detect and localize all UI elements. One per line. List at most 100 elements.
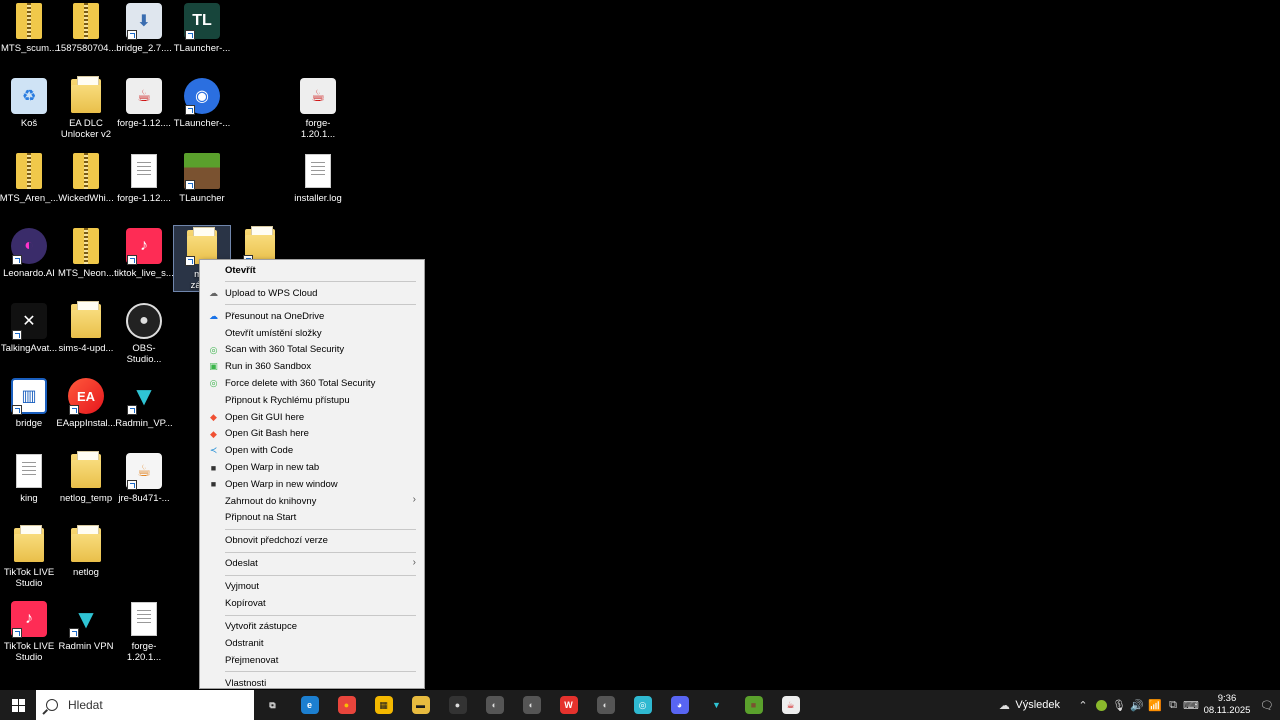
menu-item[interactable]: ■ Open Warp in new window bbox=[200, 476, 424, 493]
desktop-icon-label: bridge bbox=[15, 418, 43, 429]
taskbar-app-button[interactable]: ◐ bbox=[476, 690, 513, 720]
taskbar-app-button[interactable]: W bbox=[550, 690, 587, 720]
menu-item[interactable]: ☁ Upload to WPS Cloud bbox=[200, 285, 424, 302]
menu-item-label: Open Warp in new tab bbox=[225, 462, 320, 474]
desktop-icon[interactable]: netlog_temp bbox=[57, 450, 115, 504]
menu-item[interactable]: Zahrnout do knihovny › bbox=[200, 493, 424, 510]
desktop-icon[interactable]: netlog bbox=[57, 524, 115, 578]
desktop-icon[interactable]: ☕ forge-1.12.... bbox=[115, 75, 173, 129]
clock[interactable]: 9:36 08.11.2025 bbox=[1200, 693, 1254, 717]
menu-item[interactable]: ◎ Force delete with 360 Total Security bbox=[200, 375, 424, 392]
search-box[interactable]: Hledat bbox=[36, 690, 254, 720]
desktop-icon-label: sims-4-upd... bbox=[58, 343, 114, 354]
start-button[interactable] bbox=[0, 690, 36, 720]
ea-icon: EA bbox=[67, 377, 105, 415]
taskbar-app-button[interactable]: e bbox=[291, 690, 328, 720]
menu-item[interactable]: Otevřít bbox=[200, 262, 424, 279]
taskbar-app-button[interactable]: ◎ bbox=[624, 690, 661, 720]
menu-item[interactable]: ≺ Open with Code bbox=[200, 442, 424, 459]
desktop-icon[interactable]: ♻ Koš bbox=[0, 75, 58, 129]
taskbar-app-button[interactable]: ☕ bbox=[772, 690, 809, 720]
desktop[interactable]: MTS_scum... 1587580704... ⬇ bridge_2.7.... T… bbox=[0, 0, 1280, 690]
taskbar-app-button[interactable]: ◐ bbox=[513, 690, 550, 720]
desktop-icon-label: forge-1.12.... bbox=[117, 193, 171, 204]
chevron-up-icon[interactable]: ⌃ bbox=[1074, 690, 1092, 720]
tray-app2-icon[interactable]: ⧉ bbox=[1164, 690, 1182, 720]
task-view-icon: ⧉ bbox=[269, 699, 276, 710]
menu-item[interactable]: Odeslat › bbox=[200, 556, 424, 573]
taskbar-app-button[interactable]: ■ bbox=[735, 690, 772, 720]
desktop-icon[interactable]: ⬇ bridge_2.7.... bbox=[115, 0, 173, 54]
chevron-right-icon: › bbox=[412, 556, 416, 568]
weather-icon[interactable]: ☁ bbox=[993, 690, 1015, 720]
desktop-icon[interactable]: forge-1.12.... bbox=[115, 150, 173, 204]
taskbar-app-button[interactable]: ▬ bbox=[402, 690, 439, 720]
desktop-icon[interactable]: MTS_Aren_... bbox=[0, 150, 58, 204]
notifications-icon[interactable]: 🗨 bbox=[1254, 690, 1280, 720]
desktop-icon[interactable]: ◐ Leonardo.AI bbox=[0, 225, 58, 279]
menu-item[interactable]: ☁ Přesunout na OneDrive bbox=[200, 308, 424, 325]
taskbar-app-button[interactable]: ◐ bbox=[587, 690, 624, 720]
volume-icon[interactable]: 🔊 bbox=[1128, 690, 1146, 720]
menu-item[interactable]: ◎ Scan with 360 Total Security bbox=[200, 342, 424, 359]
desktop-icon[interactable]: ▥ bridge bbox=[0, 375, 58, 429]
menu-item[interactable]: Přejmenovat bbox=[200, 652, 424, 669]
menu-item[interactable]: Otevřít umístění složky bbox=[200, 325, 424, 342]
desktop-icon[interactable]: ✕ TalkingAvat... bbox=[0, 300, 58, 354]
menu-item-label: Připnout na Start bbox=[225, 512, 297, 524]
desktop-icon[interactable]: sims-4-upd... bbox=[57, 300, 115, 354]
menu-item[interactable]: Obnovit předchozí verze bbox=[200, 533, 424, 550]
store-icon: ▦ bbox=[374, 696, 393, 714]
menu-item[interactable]: Připnout k Rychlému přístupu bbox=[200, 392, 424, 409]
menu-item[interactable]: Odstranit bbox=[200, 635, 424, 652]
desktop-icon[interactable]: ♪ TikTok LIVE Studio bbox=[0, 598, 58, 663]
desktop-icon[interactable]: TL TLauncher-... bbox=[173, 0, 231, 54]
desktop-icon[interactable]: ▼ Radmin VPN bbox=[57, 598, 115, 653]
menu-item-label: Přesunout na OneDrive bbox=[225, 310, 325, 322]
chrome-icon: ● bbox=[337, 696, 356, 714]
menu-item[interactable]: Vyjmout bbox=[200, 578, 424, 595]
taskbar-app-button[interactable]: ⧉ bbox=[254, 690, 291, 720]
menu-item-label: Připnout k Rychlému přístupu bbox=[225, 394, 350, 406]
talkingavatar-icon: ✕ bbox=[10, 302, 48, 340]
desktop-icon[interactable]: ☕ forge-1.20.1... bbox=[289, 75, 347, 140]
desktop-icon[interactable]: king bbox=[0, 450, 58, 504]
menu-item[interactable]: Kopírovat bbox=[200, 595, 424, 612]
desktop-icon[interactable]: ▼ Radmin_VP... bbox=[115, 375, 173, 430]
taskbar-app-button[interactable]: ▦ bbox=[365, 690, 402, 720]
tray-app-icon[interactable] bbox=[1092, 690, 1110, 720]
desktop-icon[interactable]: installer.log bbox=[289, 150, 347, 204]
weather-label[interactable]: Výsledek bbox=[1015, 699, 1060, 711]
taskbar-app-button[interactable]: ● bbox=[439, 690, 476, 720]
menu-item-label: Open Git Bash here bbox=[225, 428, 309, 440]
taskbar-app-button[interactable]: ◕ bbox=[661, 690, 698, 720]
network-icon[interactable]: 📶 bbox=[1146, 690, 1164, 720]
desktop-icon[interactable]: ◉ TLauncher-... bbox=[173, 75, 231, 129]
menu-item[interactable]: ◆ Open Git Bash here bbox=[200, 426, 424, 443]
zip-icon bbox=[67, 227, 105, 265]
desktop-icon[interactable]: MTS_Neon... bbox=[57, 225, 115, 279]
menu-item[interactable]: ◆ Open Git GUI here bbox=[200, 409, 424, 426]
desktop-icon[interactable]: EA EAappInstal... bbox=[56, 375, 116, 429]
menu-item[interactable]: ▣ Run in 360 Sandbox bbox=[200, 358, 424, 375]
desktop-icon[interactable]: ☕ jre-8u471-... bbox=[115, 450, 173, 504]
desktop-icon[interactable]: MTS_scum... bbox=[0, 0, 58, 54]
desktop-icon[interactable]: 1587580704... bbox=[56, 0, 116, 54]
desktop-icon[interactable]: EA DLC Unlocker v2 bbox=[57, 75, 115, 140]
taskbar-app-button[interactable]: ● bbox=[328, 690, 365, 720]
desktop-icon[interactable]: WickedWhi... bbox=[57, 150, 115, 204]
menu-item[interactable]: Připnout na Start bbox=[200, 510, 424, 527]
menu-separator bbox=[225, 281, 416, 283]
desktop-icon[interactable]: ♪ tiktok_live_s... bbox=[114, 225, 174, 279]
desktop-icon[interactable]: TLauncher bbox=[173, 150, 231, 204]
taskbar-app-button[interactable]: ▼ bbox=[698, 690, 735, 720]
menu-item[interactable]: Vytvořit zástupce bbox=[200, 618, 424, 635]
microphone-icon[interactable]: 🎙 bbox=[1110, 690, 1128, 720]
keyboard-icon[interactable]: ⌨ bbox=[1182, 690, 1200, 720]
desktop-icon[interactable]: ● OBS-Studio... bbox=[115, 300, 173, 365]
desktop-icon[interactable]: TikTok LIVE Studio bbox=[0, 524, 58, 589]
menu-item[interactable]: ■ Open Warp in new tab bbox=[200, 459, 424, 476]
vscode-icon: ≺ bbox=[209, 445, 218, 456]
desktop-icon[interactable]: forge-1.20.1... bbox=[115, 598, 173, 663]
menu-item-label: Vyjmout bbox=[225, 581, 259, 593]
